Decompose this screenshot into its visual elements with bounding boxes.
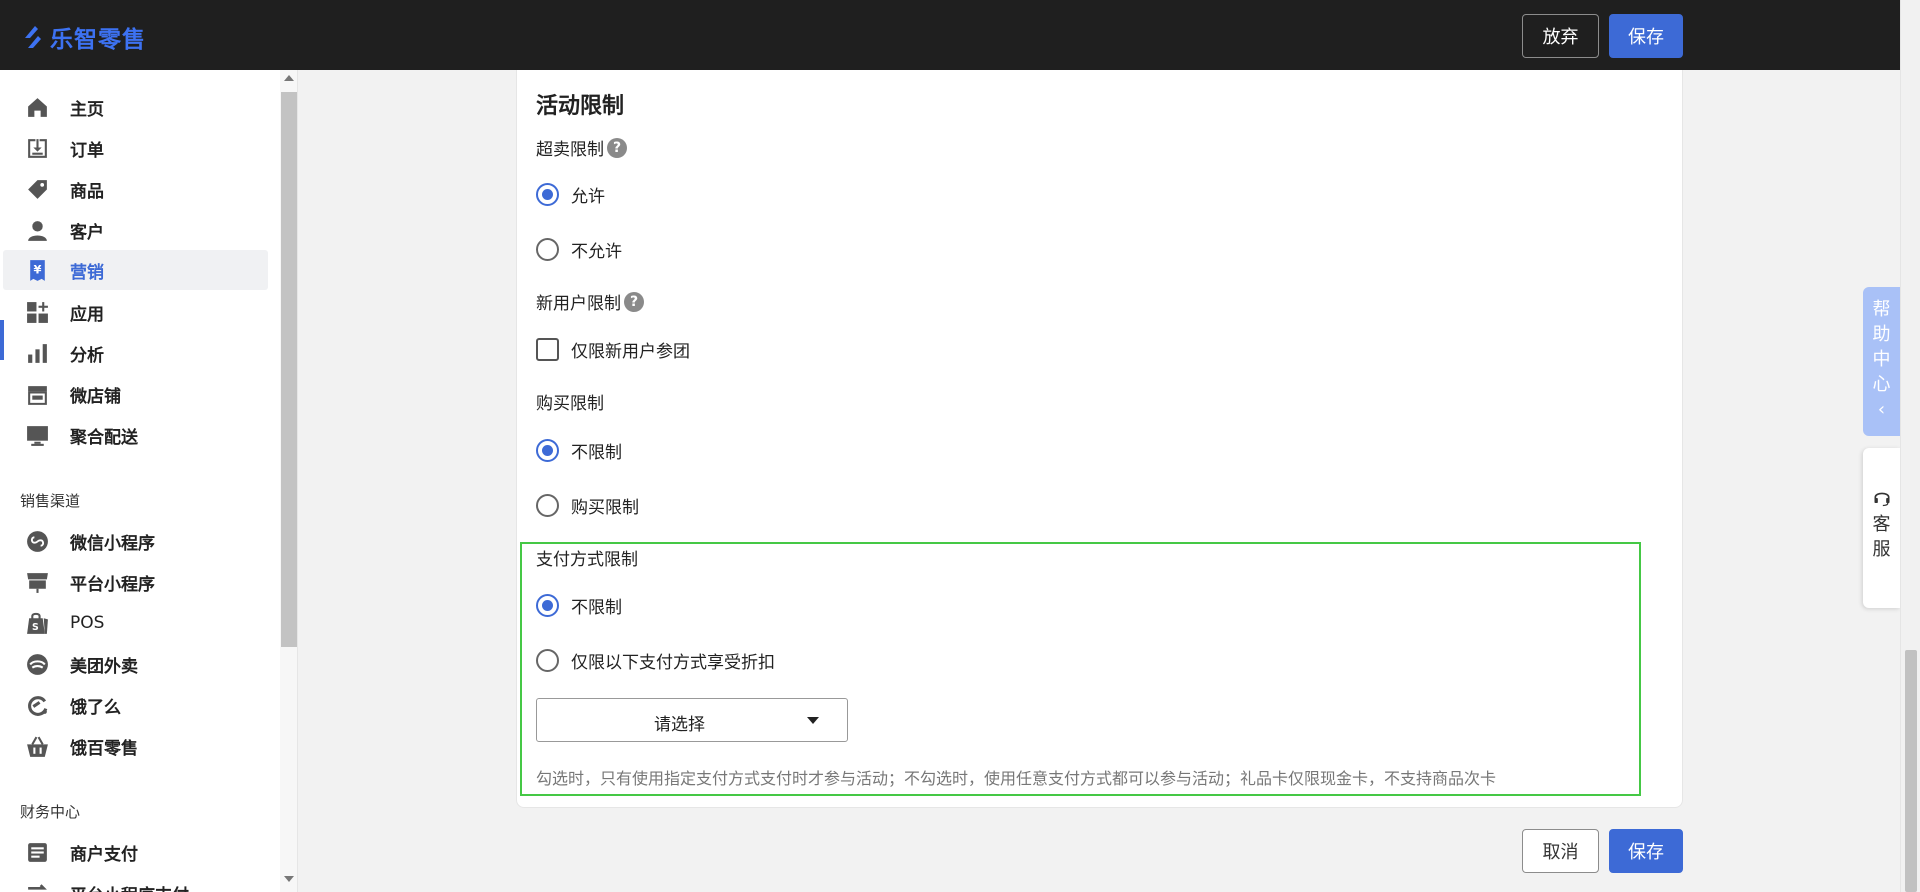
sidebar-item-pos[interactable]: S POS (0, 603, 268, 643)
payment-hint-text: 勾选时，只有使用指定支付方式支付时才参与活动；不勾选时，使用任意支付方式都可以参… (536, 769, 1497, 788)
sidebar-item-merchant-pay[interactable]: 商户支付 (0, 832, 268, 872)
scroll-up-arrow-icon[interactable] (284, 75, 294, 81)
scroll-down-arrow-icon[interactable] (284, 876, 294, 882)
sidebar-item-platform-mini[interactable]: 平台小程序 (0, 562, 268, 602)
purchase-option-limited[interactable]: 购买限制 (536, 493, 639, 518)
meituan-icon (27, 654, 48, 675)
platform-store-icon (27, 573, 48, 593)
page-scrollbar-thumb[interactable] (1905, 650, 1917, 892)
purchase-option-unlimited[interactable]: 不限制 (536, 438, 622, 463)
oversell-option-disallow[interactable]: 不允许 (536, 237, 622, 262)
sidebar-item-eleme[interactable]: 饿了么 (0, 685, 268, 725)
svg-text:S: S (32, 622, 39, 633)
save-button-bottom[interactable]: 保存 (1609, 829, 1683, 873)
sidebar-item-apps[interactable]: 应用 (0, 292, 268, 332)
transfer-icon (28, 884, 47, 890)
new-user-only-checkbox[interactable]: 仅限新用户参团 (536, 337, 690, 362)
save-button-top[interactable]: 保存 (1609, 14, 1683, 58)
caret-down-icon (807, 717, 819, 724)
sidebar-item-products[interactable]: 商品 (0, 169, 268, 209)
sidebar-item-meituan[interactable]: 美团外卖 (0, 644, 268, 684)
section-title-finance: 财务中心 (20, 803, 81, 821)
payment-option-specified[interactable]: 仅限以下支付方式享受折扣 (536, 648, 775, 673)
help-question-icon[interactable]: ? (624, 291, 644, 312)
sidebar-item-delivery[interactable]: 聚合配送 (0, 415, 268, 455)
sidebar-item-analytics[interactable]: 分析 (0, 333, 268, 373)
radio-button[interactable] (536, 494, 559, 517)
pos-bag-icon: S (27, 612, 48, 634)
radio-button[interactable] (536, 594, 559, 617)
monitor-icon (27, 426, 48, 446)
sidebar-item-microstore[interactable]: 微店铺 (0, 374, 268, 414)
purchase-limit-label: 购买限制 (536, 394, 604, 414)
sidebar-scrollbar[interactable] (280, 70, 297, 892)
logo-text: 乐智零售 (50, 27, 146, 53)
sidebar-item-wechat-mini[interactable]: 微信小程序 (0, 521, 268, 561)
yen-ticket-icon: ¥ (30, 260, 45, 281)
tag-icon (28, 180, 47, 199)
activity-limits-card: 活动限制 超卖限制 ? 允许 不允许 新用户限制 ? 仅限新用户参团 购买限制 … (516, 70, 1683, 808)
sidebar-item-orders[interactable]: 订单 (0, 128, 268, 168)
headset-icon (1874, 492, 1889, 507)
radio-button[interactable] (536, 439, 559, 462)
user-icon (28, 221, 47, 241)
sidebar-item-ebai[interactable]: 饿百零售 (0, 726, 268, 766)
oversell-option-allow[interactable]: 允许 (536, 182, 605, 207)
help-question-icon[interactable]: ? (607, 137, 627, 158)
help-center-tab[interactable]: 帮 助 中 心 ‹ (1863, 287, 1900, 436)
apps-icon (27, 302, 48, 323)
sidebar: 主页 订单 商品 客户 ¥ 营销 应用 分析 微店铺 聚合配送 销售渠道 微信小… (0, 70, 298, 892)
card-title: 活动限制 (536, 94, 625, 119)
basket-icon (27, 736, 48, 757)
app-logo[interactable]: 乐智零售 (22, 20, 146, 54)
document-list-icon (28, 843, 47, 862)
sidebar-item-marketing[interactable]: ¥ 营销 (3, 250, 268, 290)
radio-button[interactable] (536, 183, 559, 206)
payment-option-unlimited[interactable]: 不限制 (536, 593, 622, 618)
checkbox[interactable] (536, 338, 559, 361)
new-user-label: 新用户限制 ? (536, 289, 644, 314)
sidebar-scrollbar-thumb[interactable] (281, 92, 297, 647)
home-icon (28, 98, 47, 117)
radio-button[interactable] (536, 238, 559, 261)
logo-mark-icon (25, 26, 41, 48)
sidebar-item-home[interactable]: 主页 (0, 87, 268, 127)
discard-button[interactable]: 放弃 (1522, 14, 1599, 58)
section-title-sales: 销售渠道 (20, 492, 81, 510)
page-scrollbar[interactable] (1900, 0, 1920, 892)
top-bar: 乐智零售 放弃 保存 (0, 0, 1900, 70)
cancel-button[interactable]: 取消 (1522, 829, 1599, 873)
eleme-icon (28, 696, 48, 716)
sidebar-item-platform-pay[interactable]: 平台小程序支付 (0, 873, 268, 892)
order-download-icon (28, 139, 47, 158)
oversell-label: 超卖限制 ? (536, 135, 627, 160)
svg-text:¥: ¥ (34, 263, 42, 277)
payment-method-select[interactable]: 请选择 (536, 698, 848, 742)
sidebar-item-customers[interactable]: 客户 (0, 210, 268, 250)
radio-button[interactable] (536, 649, 559, 672)
bar-chart-icon (28, 344, 47, 363)
customer-service-tab[interactable]: 客 服 (1863, 448, 1900, 608)
payment-limit-label: 支付方式限制 (536, 550, 638, 570)
mini-program-icon (27, 531, 48, 552)
chevron-left-icon: ‹ (1877, 399, 1886, 420)
store-icon (28, 386, 47, 405)
